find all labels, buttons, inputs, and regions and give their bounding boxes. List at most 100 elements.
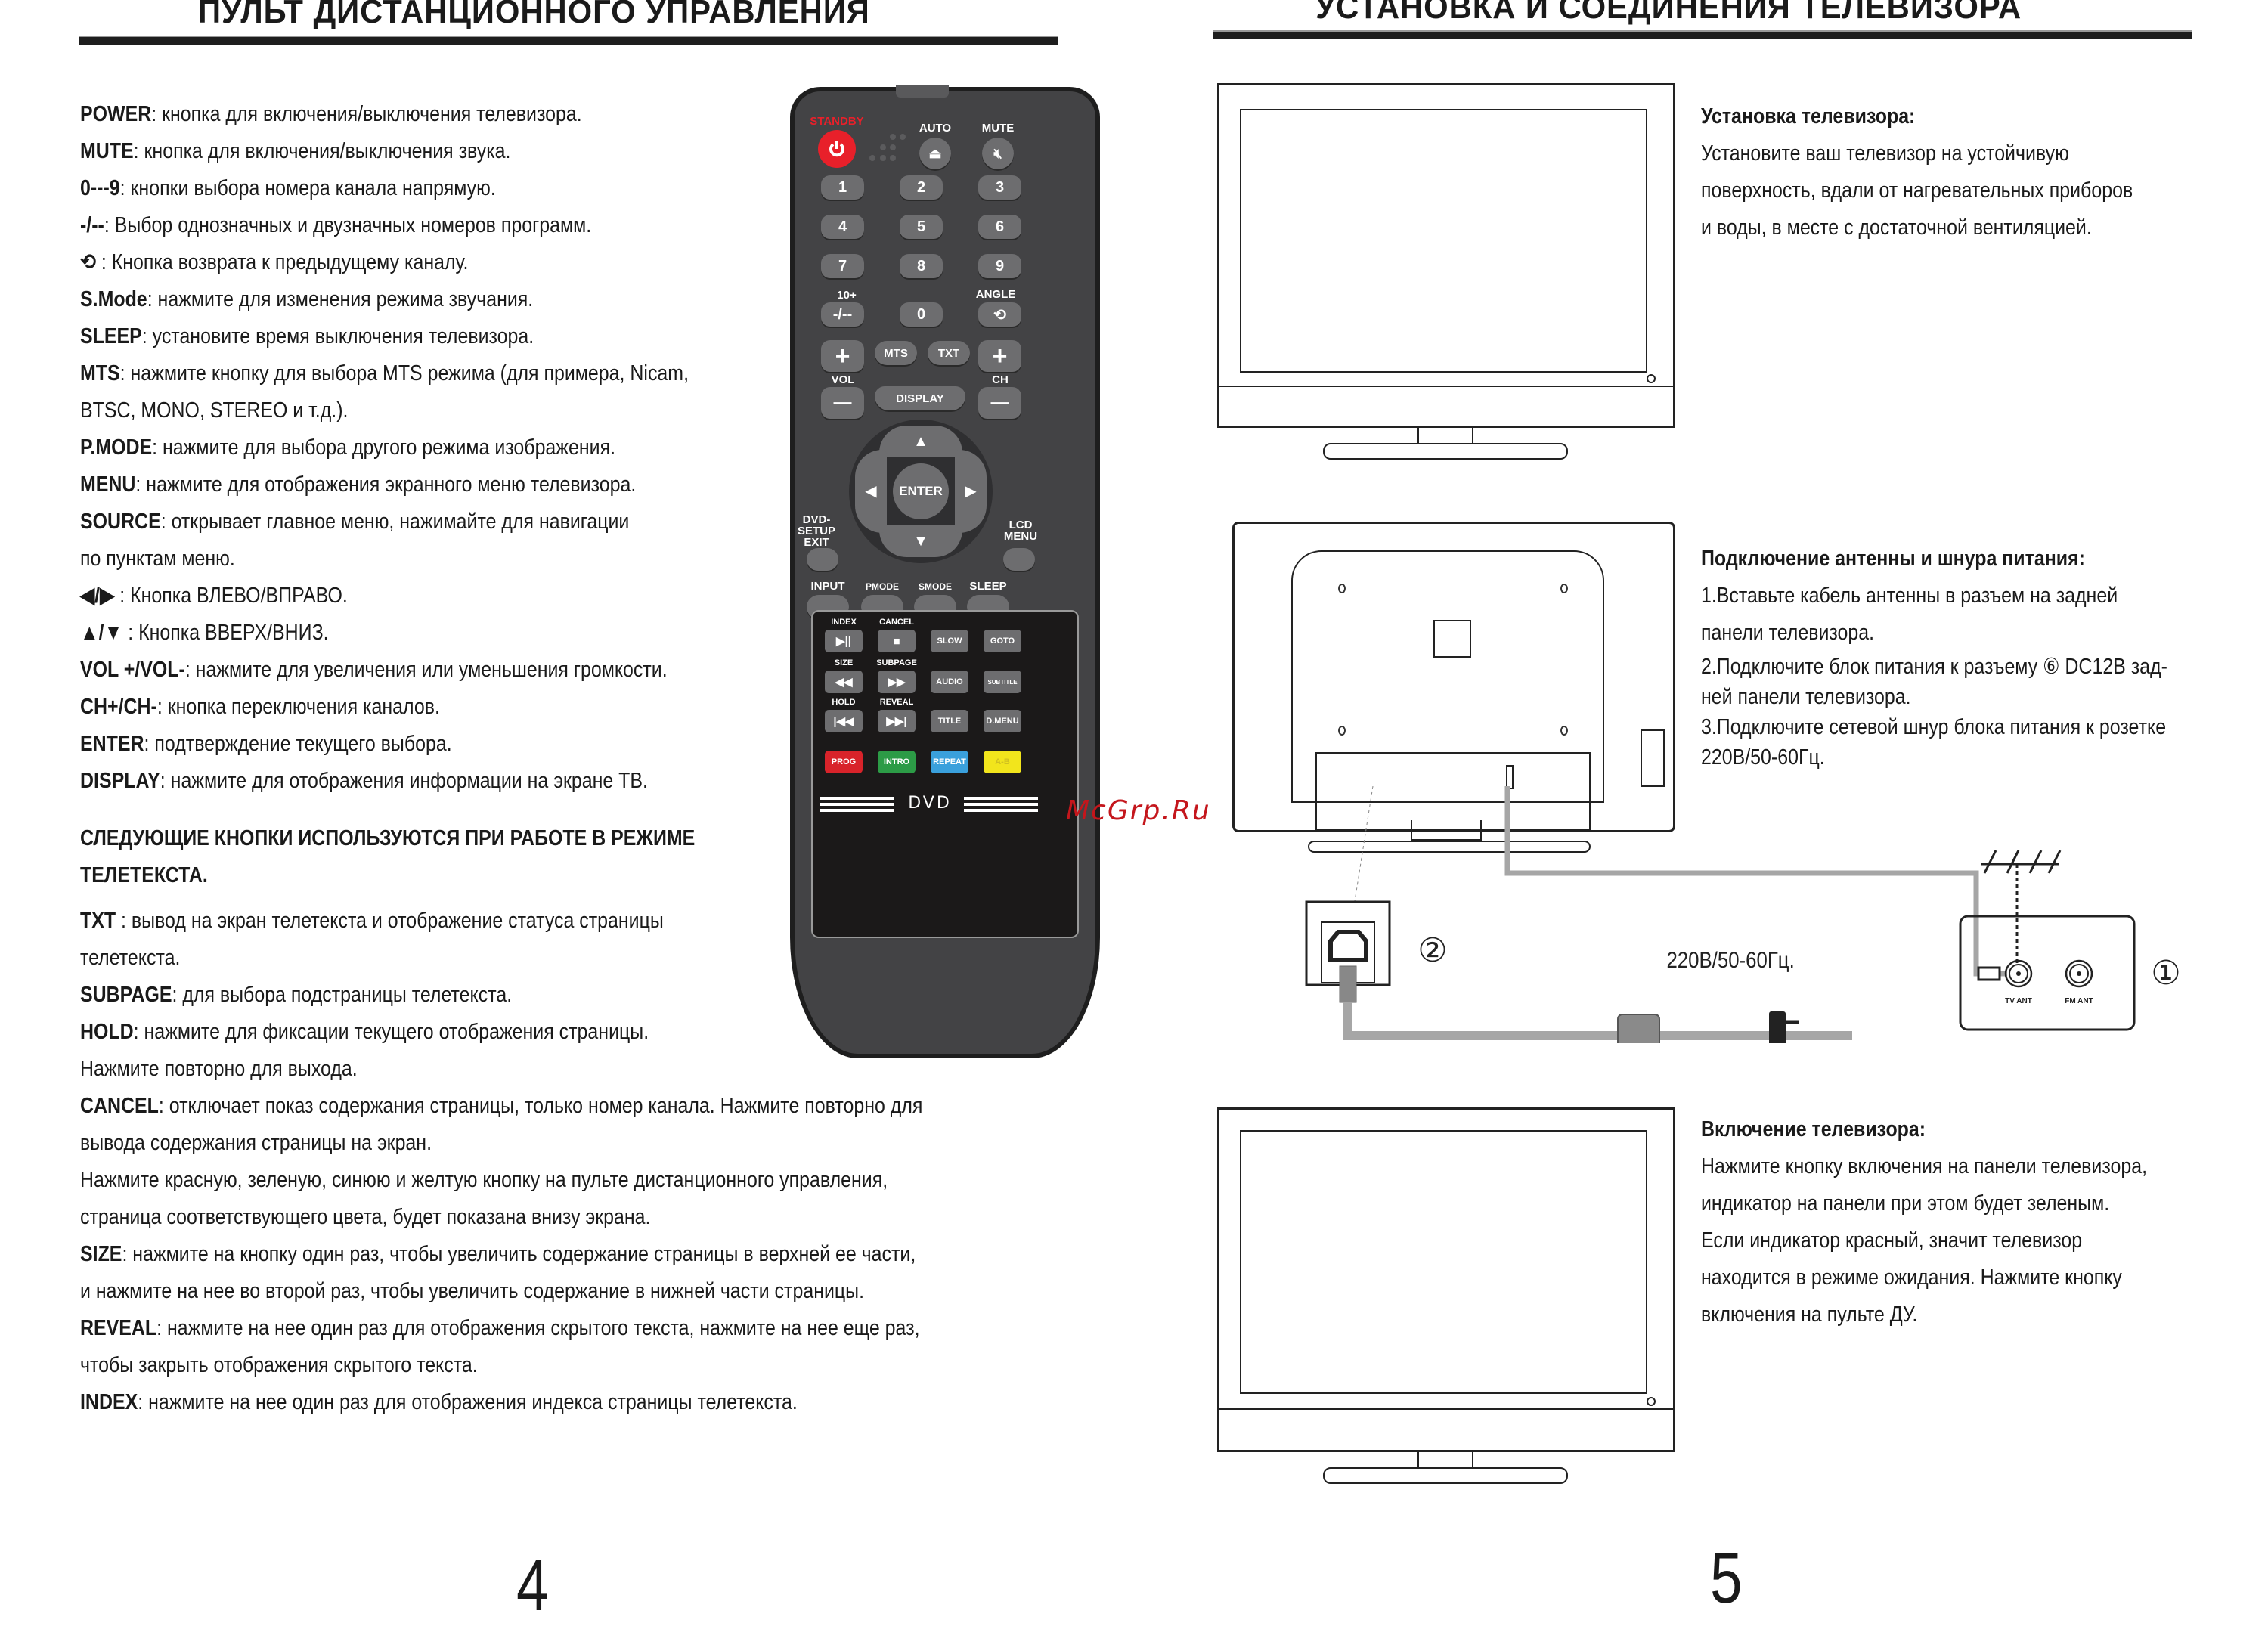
next-button[interactable]: ▶▶| <box>878 710 916 732</box>
button-key: SUBPAGE <box>80 983 172 1007</box>
nav-right-button[interactable]: ▶ <box>955 450 987 533</box>
description-line: MTS: нажмите кнопку для выбора MTS режим… <box>80 355 689 392</box>
goto-button[interactable]: GOTO <box>984 630 1021 652</box>
section-install-line: и воды, в месте с достаточной вентиляцие… <box>1701 215 2092 240</box>
subtitle-button[interactable]: SUBTITLE <box>984 671 1021 693</box>
section-connection-line: 1.Вставьте кабель антенны в разъем на за… <box>1701 584 2118 608</box>
digit-4-button[interactable]: 4 <box>821 215 864 239</box>
button-key: ◀/▶ <box>80 584 115 608</box>
description-line: вывода содержания страницы на экран. <box>80 1125 432 1162</box>
auto-label: AUTO <box>919 122 952 135</box>
description-line: POWER: кнопка для включения/выключения т… <box>80 96 582 133</box>
stop-button[interactable]: ■ <box>878 630 916 652</box>
button-description: : нажмите для отображения экранного меню… <box>135 472 637 497</box>
button-key: ▲/▼ <box>80 621 123 645</box>
button-key: DISPLAY <box>80 769 160 793</box>
rewind-button[interactable]: ◀◀ <box>825 671 863 693</box>
nav-down-button[interactable]: ▼ <box>879 525 962 557</box>
mute-speaker-icon: 🔇︎ <box>993 145 1002 161</box>
digit-9-button[interactable]: 9 <box>978 254 1021 278</box>
mount-hole <box>1560 726 1568 736</box>
ir-sensor-dots <box>868 132 906 166</box>
digit-3-button[interactable]: 3 <box>978 175 1021 200</box>
eject-icon: ⏏ <box>928 145 942 161</box>
description-line: CANCEL: отключает показ содержания стран… <box>80 1088 922 1125</box>
d-menu-button[interactable]: D.MENU <box>984 710 1021 732</box>
section-power-on: Включение телевизора: Нажмите кнопку вкл… <box>1701 1111 2147 1333</box>
section-install: Установка телевизора: Установите ваш тел… <box>1701 98 2133 246</box>
mts-button[interactable]: MTS <box>875 341 917 365</box>
section-install-line: поверхность, вдали от нагревательных при… <box>1701 178 2133 203</box>
previous-button[interactable]: |◀◀ <box>825 710 863 732</box>
section-connection-line: 220В/50-60Гц. <box>1701 745 1825 770</box>
dvd-label: DVD <box>908 794 952 813</box>
angle-button[interactable]: ⟲ <box>978 302 1021 327</box>
button-key: MTS <box>80 361 120 386</box>
digit-1-button[interactable]: 1 <box>821 175 864 200</box>
digit-5-button[interactable]: 5 <box>900 215 943 239</box>
play-pause-button[interactable]: ▶|| <box>825 630 863 652</box>
description-line: SOURCE: открывает главное меню, нажимайт… <box>80 503 629 540</box>
left-page-heading: ПУЛЬТ ДИСТАНЦИОННОГО УПРАВЛЕНИЯ <box>198 0 870 30</box>
digit-8-button[interactable]: 8 <box>900 254 943 278</box>
button-description: : открывает главное меню, нажимайте для … <box>160 509 630 534</box>
mount-hole <box>1338 726 1346 736</box>
button-key: MUTE <box>80 139 134 163</box>
ab-color-button[interactable]: A-B <box>984 751 1021 773</box>
return-channel-icon: ⟲ <box>993 306 1006 324</box>
description-line: по пунктам меню. <box>80 540 235 578</box>
button-key: SOURCE <box>80 509 161 534</box>
standby-button[interactable] <box>818 130 856 168</box>
remote-ir-window <box>896 85 949 98</box>
ch-minus-button[interactable]: — <box>978 387 1021 419</box>
dvd-setup-exit-button[interactable] <box>807 548 838 571</box>
txt-button[interactable]: TXT <box>928 341 970 365</box>
dash-button[interactable]: -/-- <box>821 302 864 327</box>
power-adapter <box>1617 1014 1660 1043</box>
dvd-control-panel: ▶|| ■ SLOW GOTO ◀◀ ▶▶ AUDIO SUBTITLE |◀◀ ▶▶| TITLE… <box>811 610 1079 938</box>
fast-forward-button[interactable]: ▶▶ <box>878 671 916 693</box>
section-power-on-line: Нажмите кнопку включения на панели телев… <box>1701 1154 2148 1178</box>
button-description: : нажмите для увеличения или уменьшения … <box>184 658 668 682</box>
mute-button[interactable]: 🔇︎ <box>982 138 1014 169</box>
digit-7-button[interactable]: 7 <box>821 254 864 278</box>
tv-stand-neck <box>1418 426 1473 444</box>
power-icon <box>829 141 844 157</box>
nav-left-button[interactable]: ◀ <box>855 450 887 533</box>
button-key: S.Mode <box>80 287 147 311</box>
digit-2-button[interactable]: 2 <box>900 175 943 200</box>
button-description: : нажмите на нее один раз для отображени… <box>156 1316 920 1340</box>
description-line: чтобы закрыть отображения скрытого текст… <box>80 1347 478 1384</box>
lcd-menu-button[interactable] <box>1003 548 1035 571</box>
title-button[interactable]: TITLE <box>931 710 968 732</box>
section-connection-line: панели телевизора. <box>1701 621 1875 645</box>
section-power-on-line: находится в режиме ожидания. Нажмите кно… <box>1701 1265 2122 1290</box>
prog-color-button[interactable]: PROG <box>825 751 863 773</box>
intro-color-button[interactable]: INTRO <box>878 751 916 773</box>
vol-plus-button[interactable]: + <box>821 340 864 372</box>
description-line: MUTE: кнопка для включения/выключения зв… <box>80 133 510 170</box>
audio-button[interactable]: AUDIO <box>931 671 968 693</box>
index-label: INDEX <box>831 618 857 627</box>
description-line: HOLD: нажмите для фиксации текущего отоб… <box>80 1014 649 1051</box>
description-line: BTSC, MONO, STEREO и т.д.). <box>80 392 348 429</box>
button-description: : подтверждение текущего выбора. <box>144 732 452 756</box>
repeat-color-button[interactable]: REPEAT <box>931 751 968 773</box>
auto-button[interactable]: ⏏ <box>919 138 951 169</box>
digit-0-button[interactable]: 0 <box>900 302 943 327</box>
nav-up-button[interactable]: ▲ <box>879 426 962 457</box>
section-power-on-line: Если индикатор красный, значит телевизор <box>1701 1228 2083 1253</box>
input-label: INPUT <box>810 580 845 593</box>
section-connection-line: 3.Подключите сетевой шнур блока питания … <box>1701 715 2167 739</box>
button-key: 0---9 <box>80 176 120 200</box>
vol-label: VOL <box>831 373 855 386</box>
slow-button[interactable]: SLOW <box>931 630 968 652</box>
ch-plus-button[interactable]: + <box>978 340 1021 372</box>
vol-minus-button[interactable]: — <box>821 387 864 419</box>
antenna-cable <box>1504 786 2007 977</box>
display-button[interactable]: DISPLAY <box>875 386 965 410</box>
power-indicator-icon <box>1647 374 1656 383</box>
digit-6-button[interactable]: 6 <box>978 215 1021 239</box>
enter-button[interactable]: ENTER <box>893 463 949 519</box>
description-line: Нажмите повторно для выхода. <box>80 1051 358 1088</box>
